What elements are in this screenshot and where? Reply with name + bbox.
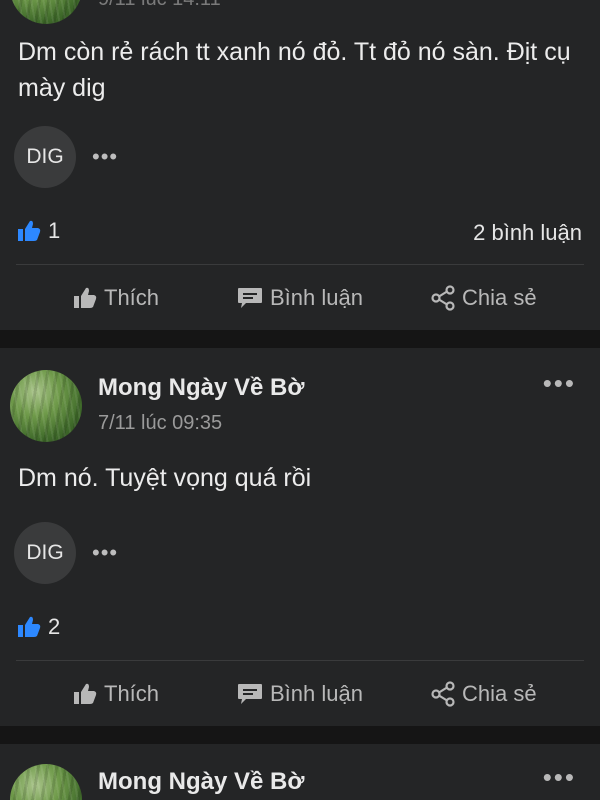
comment-button[interactable]: Bình luận (236, 268, 363, 328)
post-text: Dm nó. Tuyệt vọng quá rồi (18, 464, 312, 492)
share-button[interactable]: Chia sẻ (430, 268, 537, 328)
post-menu-button[interactable]: ••• (543, 368, 576, 399)
post-text: Dm còn rẻ rách tt xanh nó đỏ. Tt đỏ nó s… (18, 38, 571, 102)
post-time: 9/11 lúc 14:11 (98, 0, 221, 11)
action-bar: Thích Bình luận Chia sẻ (0, 664, 600, 724)
author-name[interactable]: Mong Ngày Về Bờ (98, 768, 304, 796)
author-avatar[interactable] (10, 370, 82, 442)
comment-count[interactable]: 2 bình luận (473, 220, 582, 246)
like-count-value: 1 (48, 218, 61, 243)
like-count[interactable]: 2 (16, 614, 60, 640)
post-card-1: 9/11 lúc 14:11 Dm còn rẻ rách tt xanh nó… (0, 0, 600, 330)
comment-icon (236, 286, 264, 310)
action-bar: Thích Bình luận Chia sẻ (0, 268, 600, 328)
comment-chip[interactable]: DIG (14, 126, 76, 188)
comment-icon (236, 682, 264, 706)
post-card-3: Mong Ngày Về Bờ ••• (0, 744, 600, 800)
author-name[interactable]: Mong Ngày Về Bờ (98, 374, 304, 402)
share-icon (430, 681, 456, 707)
share-button-label: Chia sẻ (462, 681, 537, 706)
like-button[interactable]: Thích (72, 664, 159, 724)
post-menu-button[interactable]: ••• (543, 762, 576, 793)
comment-chip[interactable]: DIG (14, 522, 76, 584)
like-count[interactable]: 1 (16, 218, 60, 244)
author-avatar[interactable] (10, 0, 82, 24)
author-avatar[interactable] (10, 764, 82, 800)
comment-button-label: Bình luận (270, 681, 363, 706)
like-button-label: Thích (104, 681, 160, 706)
post-time: 7/11 lúc 09:35 (98, 412, 223, 434)
more-comments-dots[interactable]: ••• (92, 144, 118, 170)
like-count-value: 2 (48, 614, 61, 639)
thumbs-up-icon (72, 286, 98, 310)
divider (16, 264, 584, 265)
comment-button-label: Bình luận (270, 285, 363, 310)
like-button-label: Thích (104, 285, 160, 310)
like-reaction-icon (16, 615, 42, 639)
post-card-2: Mong Ngày Về Bờ 7/11 lúc 09:35 ••• Dm nó… (0, 348, 600, 726)
more-comments-dots[interactable]: ••• (92, 540, 118, 566)
share-button[interactable]: Chia sẻ (430, 664, 537, 724)
share-button-label: Chia sẻ (462, 285, 537, 310)
share-icon (430, 285, 456, 311)
thumbs-up-icon (72, 682, 98, 706)
like-reaction-icon (16, 219, 42, 243)
divider (16, 660, 584, 661)
comment-button[interactable]: Bình luận (236, 664, 363, 724)
like-button[interactable]: Thích (72, 268, 159, 328)
